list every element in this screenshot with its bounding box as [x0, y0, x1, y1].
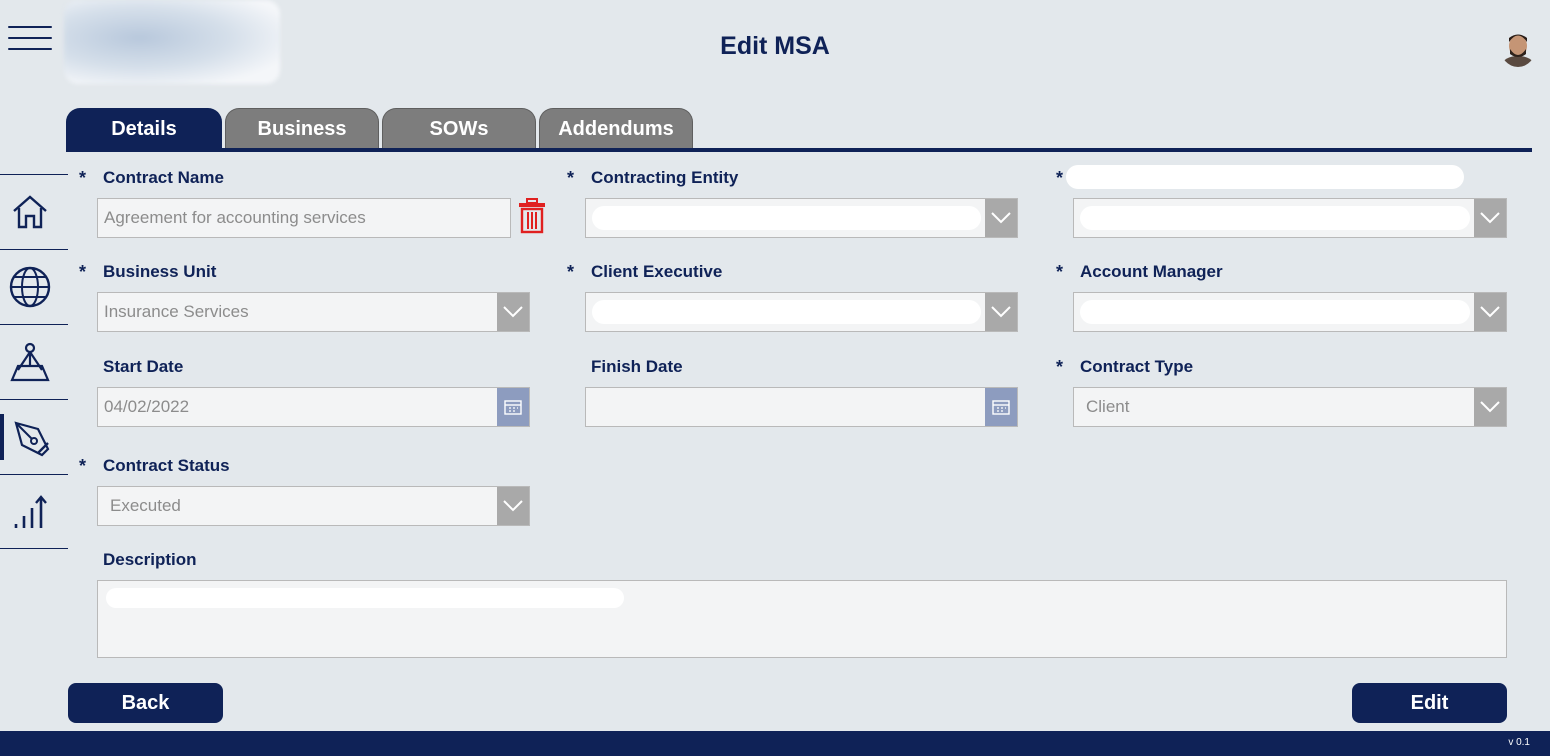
chevron-down-icon[interactable]: [985, 293, 1017, 331]
required-marker: *: [79, 262, 87, 282]
trash-icon: [519, 198, 545, 234]
contracting-entity-dropdown[interactable]: [585, 198, 1018, 238]
redacted-field-label: [1066, 165, 1464, 189]
home-icon: [13, 195, 47, 229]
chevron-down-icon[interactable]: [985, 199, 1017, 237]
required-marker: *: [1056, 262, 1064, 282]
redacted-dropdown[interactable]: [1073, 198, 1507, 238]
sidebar-item-home[interactable]: [0, 174, 68, 249]
contract-name-input[interactable]: Agreement for accounting services: [97, 198, 511, 238]
business-unit-dropdown[interactable]: Insurance Services: [97, 292, 530, 332]
required-marker: *: [567, 262, 575, 282]
finish-date-label: Finish Date: [591, 357, 683, 376]
chevron-down-icon[interactable]: [1474, 293, 1506, 331]
chevron-down-icon[interactable]: [1474, 199, 1506, 237]
chevron-down-icon[interactable]: [1474, 388, 1506, 426]
chevron-down-icon[interactable]: [497, 293, 529, 331]
account-manager-value: [1080, 300, 1470, 324]
contract-status-dropdown[interactable]: Executed: [97, 486, 530, 526]
account-manager-label: Account Manager: [1080, 262, 1223, 281]
contract-status-label: Contract Status: [103, 456, 230, 475]
map-pin-icon: [10, 342, 50, 382]
sidebar-item-analytics[interactable]: [0, 474, 68, 549]
tab-details[interactable]: Details: [66, 108, 222, 150]
client-executive-dropdown[interactable]: [585, 292, 1018, 332]
required-marker: *: [1056, 357, 1064, 377]
sidebar-item-globe[interactable]: [0, 249, 68, 324]
business-unit-value: Insurance Services: [104, 302, 249, 321]
tab-sows[interactable]: SOWs: [382, 108, 536, 150]
required-marker: *: [567, 168, 575, 188]
calendar-icon[interactable]: [497, 388, 529, 426]
globe-icon: [9, 266, 51, 308]
start-date-picker[interactable]: 04/02/2022: [97, 387, 530, 427]
calendar-icon[interactable]: [985, 388, 1017, 426]
contract-name-label: Contract Name: [103, 168, 224, 187]
tab-business[interactable]: Business: [225, 108, 379, 150]
required-marker: *: [79, 456, 87, 476]
required-marker: *: [1056, 168, 1064, 188]
contract-type-dropdown[interactable]: Client: [1073, 387, 1507, 427]
contract-type-label: Contract Type: [1080, 357, 1194, 376]
contract-status-value: Executed: [110, 496, 181, 515]
contract-name-value: Agreement for accounting services: [104, 208, 366, 227]
client-executive-label: Client Executive: [591, 262, 723, 281]
page-title: Edit MSA: [720, 32, 830, 60]
tab-underline: [66, 148, 1532, 152]
redacted-value: [1080, 206, 1470, 230]
chart-icon: [14, 494, 47, 528]
start-date-label: Start Date: [103, 357, 184, 376]
version-label: v 0.1: [1508, 737, 1530, 748]
delete-button[interactable]: [518, 198, 546, 234]
avatar-icon: [1502, 34, 1534, 67]
tab-bar: Details Business SOWs Addendums: [66, 108, 693, 150]
back-button[interactable]: Back: [68, 683, 223, 723]
account-manager-dropdown[interactable]: [1073, 292, 1507, 332]
sidebar-item-location[interactable]: [0, 324, 68, 399]
hamburger-line: [8, 26, 52, 28]
client-executive-value: [592, 300, 981, 324]
tab-addendums[interactable]: Addendums: [539, 108, 693, 150]
finish-date-picker[interactable]: [585, 387, 1018, 427]
contract-type-value: Client: [1086, 397, 1130, 416]
start-date-value: 04/02/2022: [104, 397, 190, 416]
business-unit-label: Business Unit: [103, 262, 217, 281]
edit-button[interactable]: Edit: [1352, 683, 1507, 723]
user-avatar[interactable]: [1500, 27, 1536, 67]
contracting-entity-label: Contracting Entity: [591, 168, 739, 187]
pen-nib-icon: [14, 421, 50, 457]
footer-bar: v 0.1: [0, 731, 1550, 756]
sidebar-item-contracts[interactable]: [0, 399, 68, 474]
sidebar: [0, 174, 68, 549]
redacted-description-text: [106, 588, 624, 608]
description-label: Description: [103, 550, 197, 569]
required-marker: *: [79, 168, 87, 188]
contracting-entity-value: [592, 206, 981, 230]
chevron-down-icon[interactable]: [497, 487, 529, 525]
